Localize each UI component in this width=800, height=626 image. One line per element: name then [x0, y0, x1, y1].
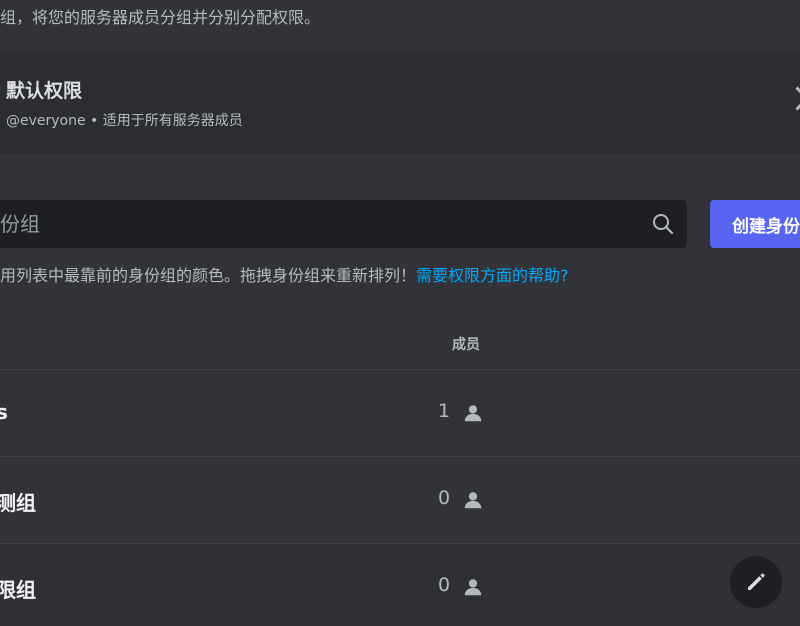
member-count: 0 [438, 574, 451, 596]
default-permissions-subtitle: @everyone • 适用于所有服务器成员 [6, 113, 243, 129]
table-row[interactable]: 限组 0 [0, 544, 800, 626]
chevron-right-icon [785, 86, 800, 111]
person-icon [464, 492, 482, 509]
role-name: s [0, 400, 8, 424]
create-role-button[interactable]: 创建身份组 [710, 200, 800, 248]
search-icon[interactable] [651, 212, 675, 236]
role-hint-text: 用列表中最靠前的身份组的颜色。拖拽身份组来重新排列！ [0, 266, 417, 285]
edit-role-button[interactable] [730, 556, 782, 608]
member-count: 0 [438, 487, 451, 509]
role-search-input[interactable] [0, 200, 630, 248]
person-icon [464, 579, 482, 596]
role-name: 测组 [0, 491, 36, 515]
role-search-box[interactable] [0, 200, 687, 248]
default-permissions-card[interactable]: 默认权限 @everyone • 适用于所有服务器成员 [0, 52, 800, 154]
table-row[interactable]: s 1 [0, 370, 800, 457]
table-row[interactable]: 测组 0 [0, 457, 800, 544]
page-description: 组，将您的服务器成员分组并分别分配权限。 [0, 8, 321, 27]
pencil-icon [748, 573, 765, 590]
role-name: 限组 [0, 578, 36, 602]
person-icon [464, 405, 482, 422]
default-permissions-title: 默认权限 [6, 80, 83, 102]
members-column-header: 成员 [452, 337, 480, 353]
permissions-help-link[interactable]: 需要权限方面的帮助? [416, 266, 569, 285]
roles-table-header: 成员 [0, 320, 800, 370]
role-hint: 用列表中最靠前的身份组的颜色。拖拽身份组来重新排列！需要权限方面的帮助? [0, 262, 569, 286]
member-count: 1 [438, 400, 451, 422]
